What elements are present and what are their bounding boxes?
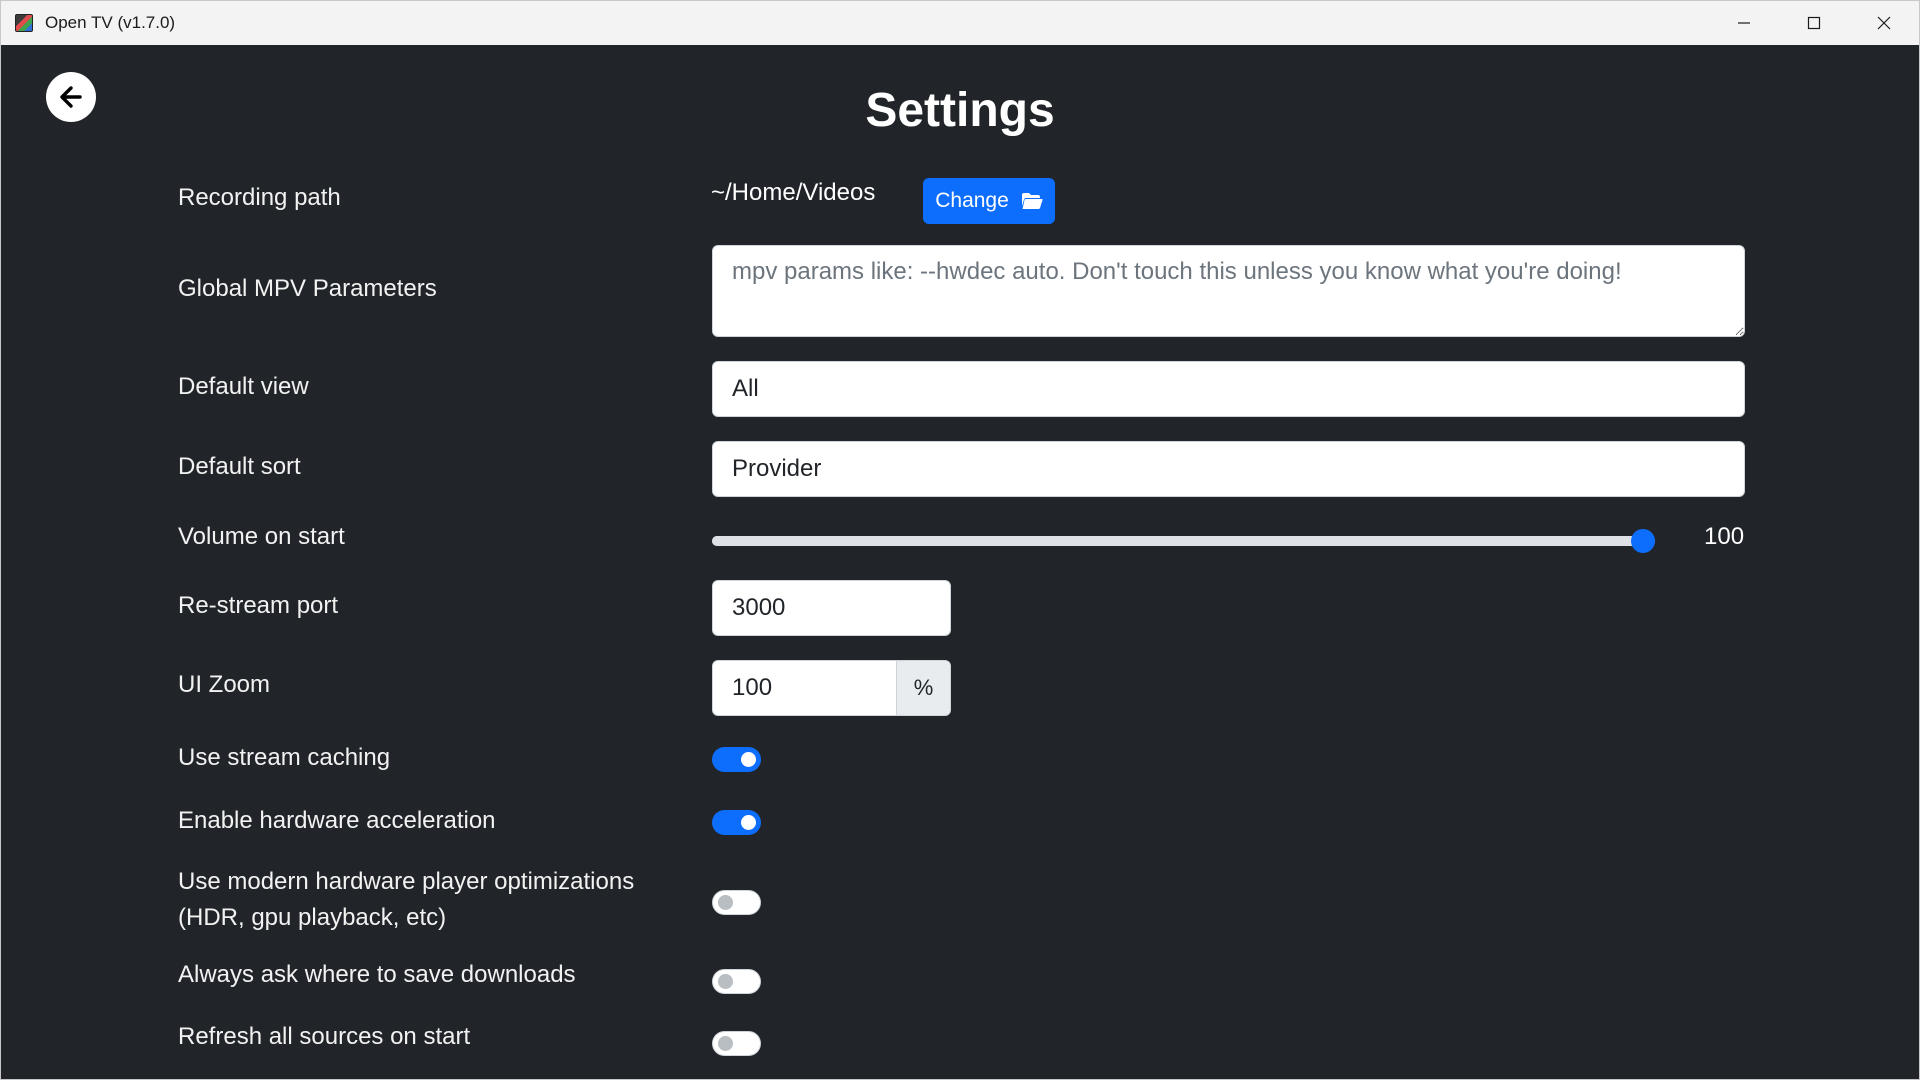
ask-save-downloads-toggle[interactable]	[712, 969, 761, 994]
hardware-acceleration-toggle[interactable]	[712, 810, 761, 835]
mpv-params-label: Global MPV Parameters	[178, 275, 437, 302]
stream-caching-label: Use stream caching	[178, 744, 391, 771]
toggle-knob	[741, 815, 756, 830]
maximize-icon	[1807, 16, 1821, 30]
volume-slider-thumb[interactable]	[1631, 529, 1655, 553]
mpv-params-textarea[interactable]	[712, 245, 1745, 337]
default-sort-value: Provider	[732, 455, 822, 482]
app-icon	[15, 14, 33, 32]
close-icon	[1877, 16, 1891, 30]
modern-hw-optimizations-label-line2: (HDR, gpu playback, etc)	[178, 904, 447, 931]
minimize-button[interactable]	[1709, 1, 1779, 45]
default-view-value: All	[732, 375, 759, 402]
volume-label: Volume on start	[178, 523, 345, 550]
settings-page: Settings Recording path ~/Home/Videos Ch…	[1, 45, 1919, 1079]
volume-slider-fill	[712, 536, 1643, 546]
default-sort-select[interactable]: Provider	[712, 441, 1745, 497]
title-bar: Open TV (v1.7.0)	[1, 1, 1919, 45]
close-button[interactable]	[1849, 1, 1919, 45]
recording-path-label: Recording path	[178, 184, 341, 211]
refresh-sources-toggle[interactable]	[712, 1031, 761, 1056]
window-title: Open TV (v1.7.0)	[45, 13, 176, 32]
restream-port-value: 3000	[732, 594, 786, 621]
ui-zoom-input-group: 100 %	[712, 660, 951, 716]
default-sort-label: Default sort	[178, 453, 301, 480]
modern-hw-optimizations-label-line1: Use modern hardware player optimizations	[178, 868, 635, 895]
ui-zoom-unit: %	[896, 661, 950, 715]
volume-value: 100	[1704, 523, 1745, 550]
toggle-knob	[741, 752, 756, 767]
hardware-acceleration-label: Enable hardware acceleration	[178, 807, 496, 834]
restream-port-label: Re-stream port	[178, 592, 339, 619]
toggle-knob	[718, 895, 733, 910]
ask-save-downloads-label: Always ask where to save downloads	[178, 961, 576, 988]
ui-zoom-label: UI Zoom	[178, 671, 271, 698]
recording-path-value: ~/Home/Videos	[711, 179, 876, 206]
toggle-knob	[718, 974, 733, 989]
toggle-knob	[718, 1036, 733, 1051]
volume-slider[interactable]	[712, 529, 1655, 553]
change-button-label: Change	[935, 189, 1009, 212]
window-controls	[1709, 1, 1919, 45]
app-window: Open TV (v1.7.0) Settings Recording path…	[0, 0, 1920, 1080]
folder-open-icon	[1021, 193, 1043, 209]
change-recording-path-button[interactable]: Change	[923, 178, 1055, 224]
stream-caching-toggle[interactable]	[712, 747, 761, 772]
default-view-label: Default view	[178, 373, 309, 400]
page-title: Settings	[865, 84, 1055, 137]
default-view-select[interactable]: All	[712, 361, 1745, 417]
minimize-icon	[1738, 22, 1750, 24]
restream-port-input[interactable]: 3000	[712, 580, 951, 636]
modern-hw-optimizations-toggle[interactable]	[712, 890, 761, 915]
modern-hw-optimizations-label: Use modern hardware player optimizations…	[178, 864, 634, 936]
ui-zoom-input[interactable]: 100	[713, 661, 896, 715]
refresh-sources-label: Refresh all sources on start	[178, 1023, 471, 1050]
maximize-button[interactable]	[1779, 1, 1849, 45]
